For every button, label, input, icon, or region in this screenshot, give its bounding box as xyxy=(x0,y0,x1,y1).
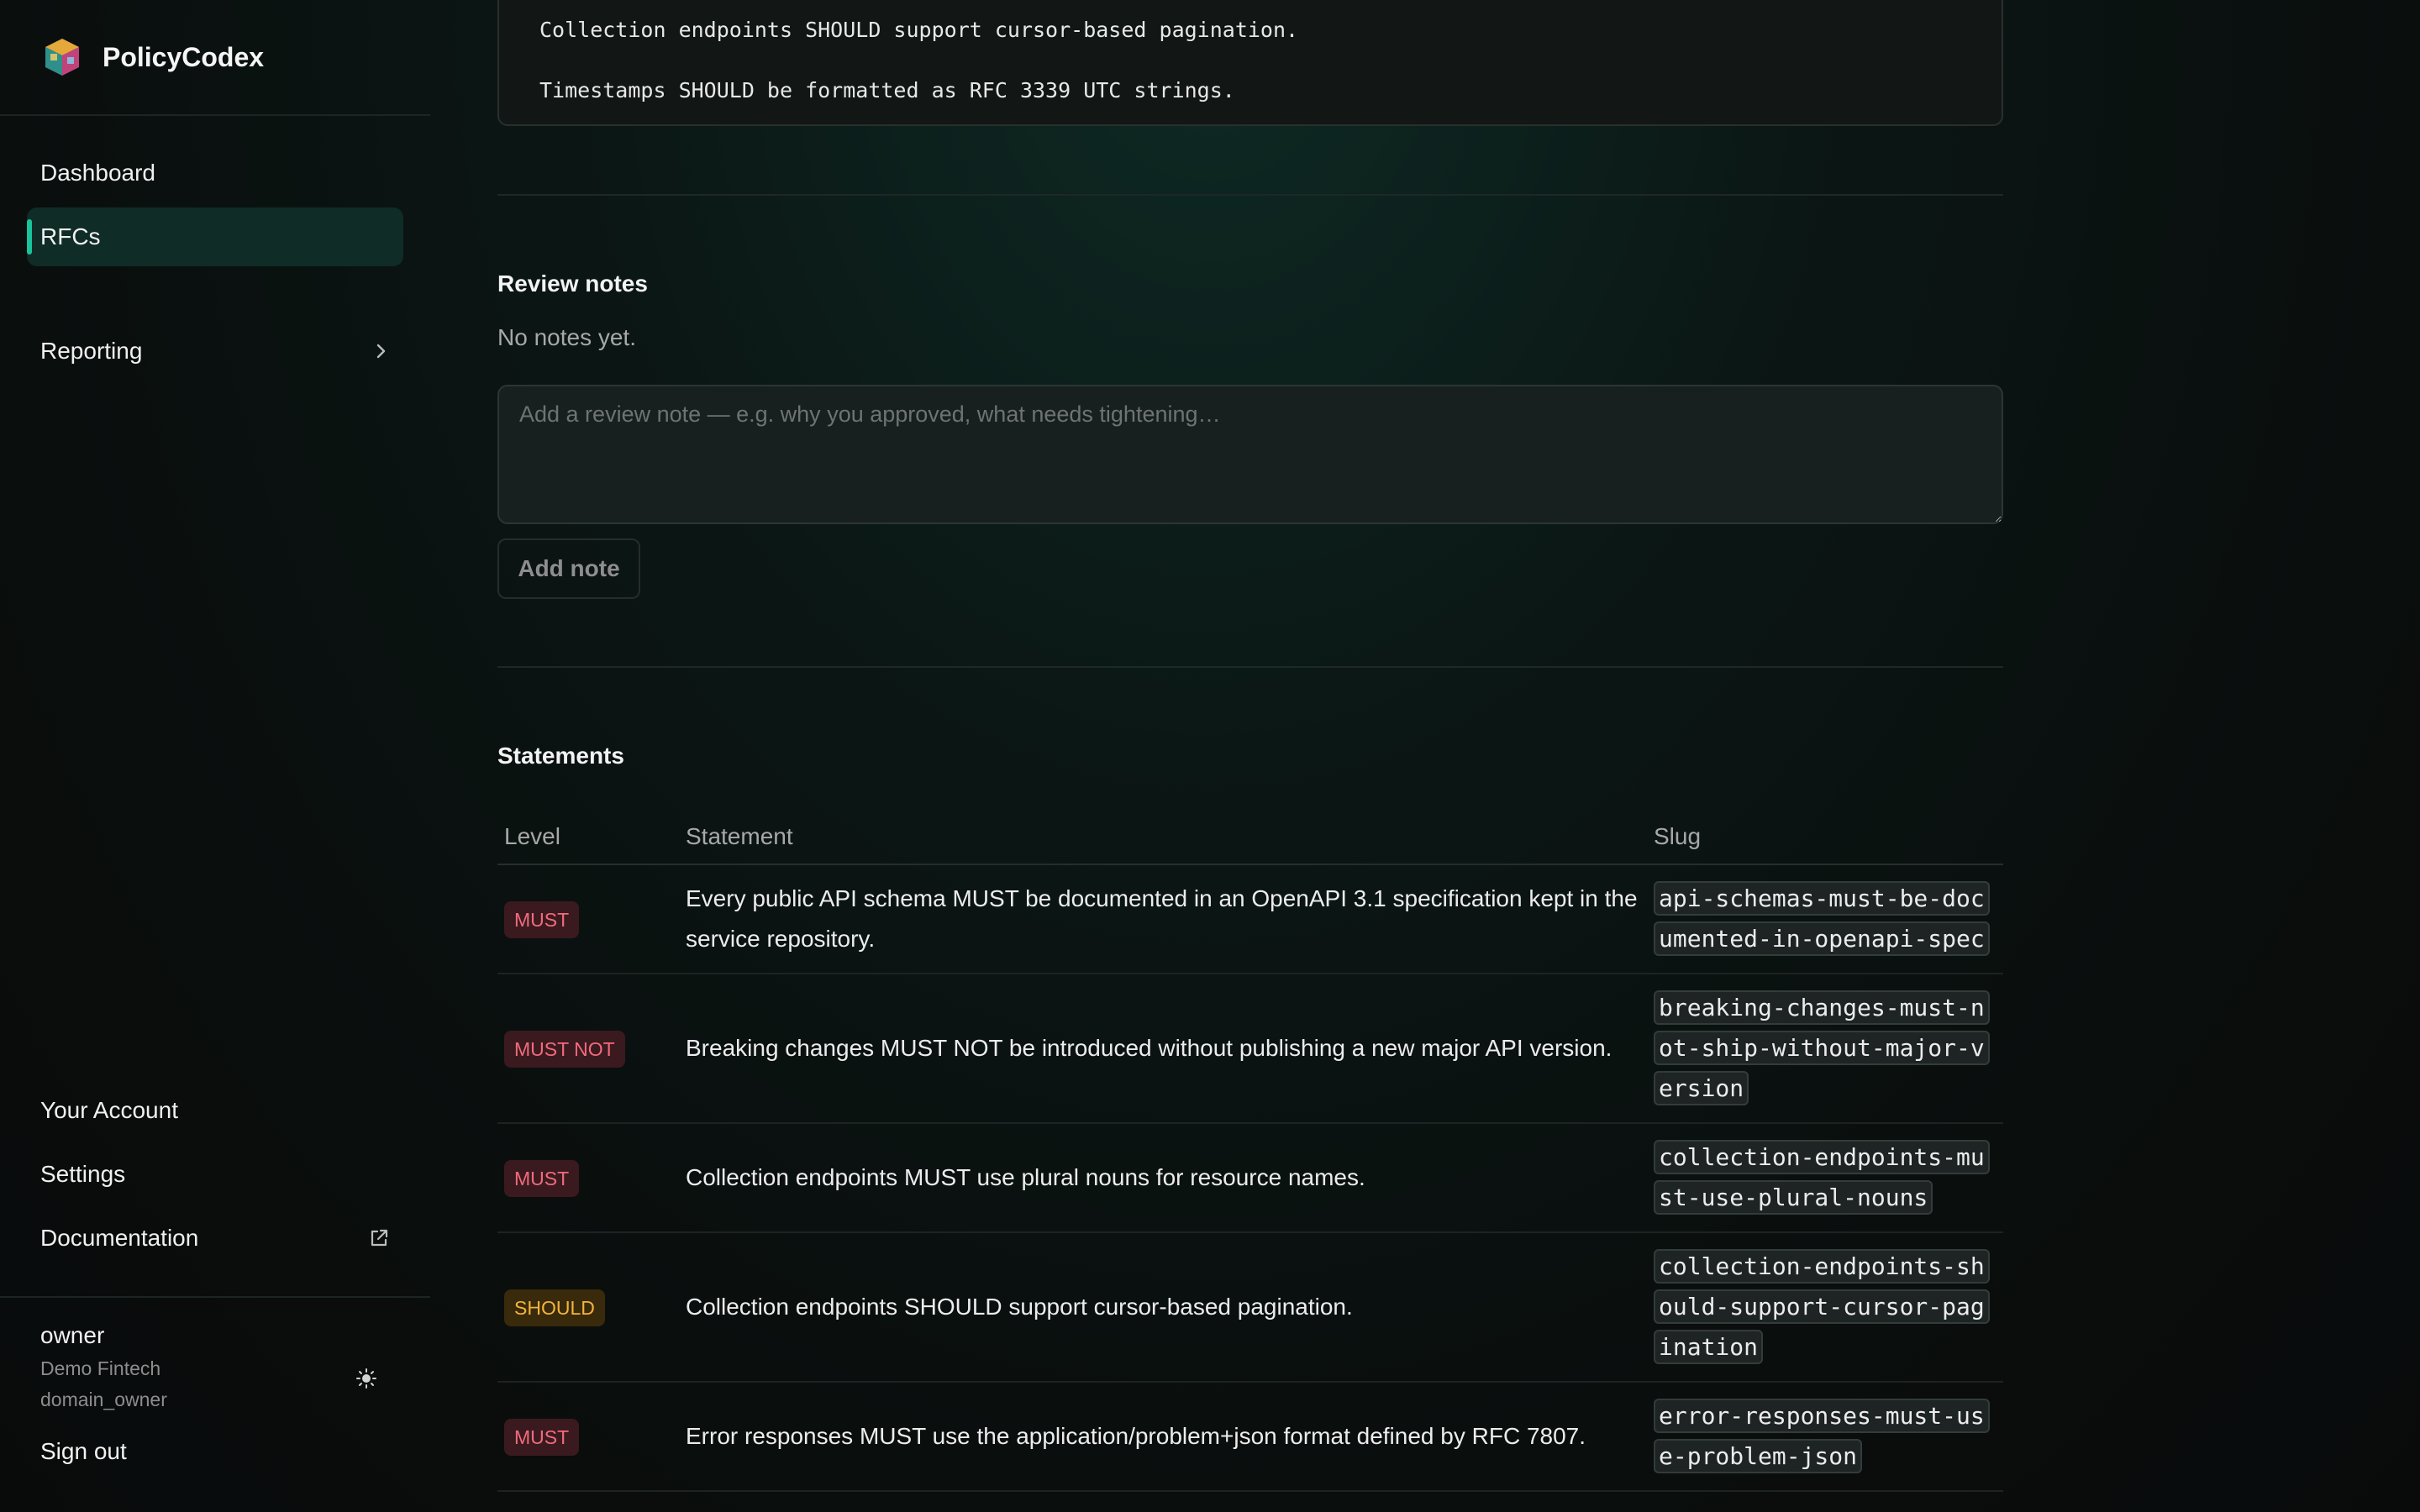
statement-slug: breaking-changes-must-not-ship-without-m… xyxy=(1654,990,1990,1105)
review-note-input[interactable] xyxy=(497,385,2003,524)
sidebar-item-label: Documentation xyxy=(40,1225,199,1251)
column-header-statement: Statement xyxy=(679,810,1647,865)
level-badge: MUST xyxy=(504,901,580,938)
sidebar-item-settings[interactable]: Settings xyxy=(27,1145,403,1204)
level-badge: MUST xyxy=(504,1419,580,1456)
statement-slug: error-responses-must-use-problem-json xyxy=(1654,1399,1990,1473)
statement-text: Collection endpoints MUST use plural nou… xyxy=(679,1123,1647,1233)
table-row[interactable]: SHOULD Collection endpoints SHOULD suppo… xyxy=(497,1232,2003,1383)
statement-text: Error responses MUST use the application… xyxy=(679,1382,1647,1492)
add-note-button[interactable]: Add note xyxy=(497,538,640,599)
level-badge: MUST xyxy=(504,1160,580,1197)
sidebar-divider xyxy=(0,1296,430,1298)
sidebar-item-label: Dashboard xyxy=(40,160,155,186)
column-header-slug: Slug xyxy=(1647,810,2003,865)
statement-text: Collection endpoints SHOULD support curs… xyxy=(679,1232,1647,1383)
spec-code-block: Collection endpoints SHOULD support curs… xyxy=(497,0,2003,126)
user-name: owner xyxy=(40,1322,105,1348)
sidebar-item-label: Reporting xyxy=(40,338,143,364)
review-notes-title: Review notes xyxy=(497,270,648,297)
sidebar-item-label: Your Account xyxy=(40,1097,178,1123)
sign-out-link[interactable]: Sign out xyxy=(40,1438,127,1465)
column-header-level: Level xyxy=(497,810,679,865)
user-info: owner Demo Fintech domain_owner xyxy=(40,1322,393,1411)
statement-slug: collection-endpoints-must-use-plural-nou… xyxy=(1654,1140,1990,1215)
statement-text: Every public API schema MUST be document… xyxy=(679,864,1647,974)
theme-toggle-sun-icon[interactable] xyxy=(348,1360,385,1397)
level-badge: SHOULD xyxy=(504,1289,605,1326)
table-row[interactable]: MUST Collection endpoints MUST use plura… xyxy=(497,1123,2003,1233)
policycodex-logo-icon xyxy=(45,39,79,76)
table-header-row: Level Statement Slug xyxy=(497,810,2003,865)
main-content: Collection endpoints SHOULD support curs… xyxy=(497,0,2003,1512)
sidebar-item-your-account[interactable]: Your Account xyxy=(27,1081,403,1140)
user-org: Demo Fintech xyxy=(40,1357,161,1379)
statement-slug: collection-endpoints-should-support-curs… xyxy=(1654,1249,1990,1364)
sidebar-divider xyxy=(0,114,430,116)
section-divider xyxy=(497,666,2003,668)
spec-line: Timestamps SHOULD be formatted as RFC 33… xyxy=(539,78,1235,102)
statement-text: Breaking changes MUST NOT be introduced … xyxy=(679,974,1647,1124)
review-notes-empty: No notes yet. xyxy=(497,324,636,350)
statements-title: Statements xyxy=(497,743,624,769)
level-badge: MUST NOT xyxy=(504,1031,625,1068)
sidebar-item-label: RFCs xyxy=(40,223,101,249)
sidebar-item-reporting[interactable]: Reporting xyxy=(27,322,403,381)
user-role: domain_owner xyxy=(40,1389,167,1410)
chevron-right-icon xyxy=(371,342,390,360)
sidebar: PolicyCodex Dashboard RFCs Reporting You… xyxy=(0,0,430,1512)
sidebar-item-rfcs[interactable]: RFCs xyxy=(27,207,403,266)
app-name: PolicyCodex xyxy=(103,41,265,72)
sidebar-item-label: Settings xyxy=(40,1161,126,1187)
sidebar-item-dashboard[interactable]: Dashboard xyxy=(27,144,403,202)
statement-slug: api-schemas-must-be-documented-in-openap… xyxy=(1654,881,1990,956)
table-row[interactable]: MUST Every public API schema MUST be doc… xyxy=(497,864,2003,974)
section-divider xyxy=(497,194,2003,196)
sidebar-item-documentation[interactable]: Documentation xyxy=(27,1209,403,1268)
table-row[interactable]: MUST NOT Breaking changes MUST NOT be in… xyxy=(497,974,2003,1124)
statements-table: Level Statement Slug MUST Every public A… xyxy=(497,810,2003,1492)
brand[interactable]: PolicyCodex xyxy=(40,30,264,84)
table-row[interactable]: MUST Error responses MUST use the applic… xyxy=(497,1382,2003,1492)
spec-line: Collection endpoints SHOULD support curs… xyxy=(539,18,1299,42)
external-link-icon xyxy=(368,1227,390,1249)
